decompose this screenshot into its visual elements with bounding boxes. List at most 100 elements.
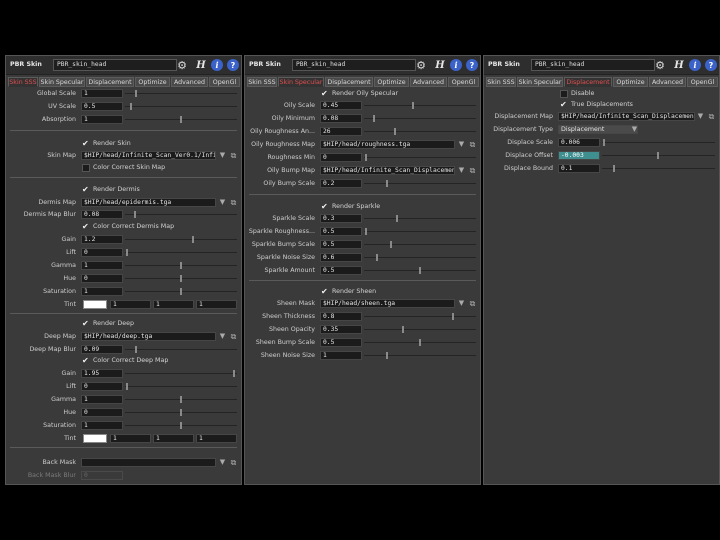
slider-handle[interactable] <box>613 165 615 172</box>
dropdown-arrow-icon[interactable]: ▼ <box>457 140 466 149</box>
oily-minimum-slider[interactable] <box>364 115 476 122</box>
slider-handle[interactable] <box>130 103 132 110</box>
slider-handle[interactable] <box>376 254 378 261</box>
slider-handle[interactable] <box>373 115 375 122</box>
slider-handle[interactable] <box>386 180 388 187</box>
dropdown-arrow-icon[interactable]: ▼ <box>218 332 227 341</box>
absorption-field[interactable]: 1 <box>81 115 123 124</box>
deep-gain-field[interactable]: 1.95 <box>81 369 123 378</box>
oily-scale-slider[interactable] <box>364 102 476 109</box>
dermis-gamma-slider[interactable] <box>125 262 237 269</box>
tab-skin-sss[interactable]: Skin SSS <box>486 77 516 87</box>
slider-handle[interactable] <box>365 154 367 161</box>
dermis-gain-field[interactable]: 1.2 <box>81 235 123 244</box>
dropdown-arrow-icon[interactable]: ▼ <box>630 125 639 134</box>
dermis-map-blur-field[interactable]: 0.08 <box>81 210 123 219</box>
slider-handle[interactable] <box>180 262 182 269</box>
slider-handle[interactable] <box>134 211 136 218</box>
tab-optimize[interactable]: Optimize <box>135 77 170 87</box>
houdini-help-browser-icon[interactable]: H <box>434 59 446 71</box>
sparkle-scale-field[interactable]: 0.3 <box>320 214 362 223</box>
skin-map-field[interactable]: $HIP/head/Infinite_Scan_Ver0.1/Infin <box>81 151 216 160</box>
displace-scale-field[interactable]: 0.006 <box>558 138 600 147</box>
deep-hue-slider[interactable] <box>125 409 237 416</box>
uv-scale-field[interactable]: 0.5 <box>81 102 123 111</box>
slider-handle[interactable] <box>394 128 396 135</box>
roughness-min-field[interactable]: 0 <box>320 153 362 162</box>
slider-handle[interactable] <box>386 352 388 359</box>
tab-advanced[interactable]: Advanced <box>410 77 447 87</box>
slider-handle[interactable] <box>452 313 454 320</box>
absorption-slider[interactable] <box>125 116 237 123</box>
info-icon[interactable]: i <box>450 59 462 71</box>
slider-handle[interactable] <box>412 102 414 109</box>
info-icon[interactable]: i <box>689 59 701 71</box>
render-deep-checkbox[interactable]: ✔ <box>82 320 90 328</box>
node-chooser-icon[interactable]: ⧉ <box>468 299 477 308</box>
slider-handle[interactable] <box>390 241 392 248</box>
oily-bump-scale-slider[interactable] <box>364 180 476 187</box>
true-displacements-checkbox[interactable]: ✔ <box>560 101 568 109</box>
displace-offset-slider[interactable] <box>602 152 715 159</box>
dermis-saturation-slider[interactable] <box>125 288 237 295</box>
tab-displacement[interactable]: Displacement <box>86 77 134 87</box>
help-icon[interactable]: ? <box>466 59 478 71</box>
tab-opengl[interactable]: OpenGl <box>687 77 718 87</box>
dermis-hue-field[interactable]: 0 <box>81 274 123 283</box>
sparkle-bump-scale-slider[interactable] <box>364 241 476 248</box>
oily-bump-scale-field[interactable]: 0.2 <box>320 179 362 188</box>
oily-scale-field[interactable]: 0.45 <box>320 101 362 110</box>
slider-handle[interactable] <box>180 422 182 429</box>
dermis-hue-slider[interactable] <box>125 275 237 282</box>
slider-handle[interactable] <box>419 339 421 346</box>
dropdown-arrow-icon[interactable]: ▼ <box>218 151 227 160</box>
render-oily-specular-checkbox[interactable]: ✔ <box>321 90 329 98</box>
sheen-bump-scale-slider[interactable] <box>364 339 476 346</box>
dropdown-arrow-icon[interactable]: ▼ <box>696 112 705 121</box>
disable-checkbox[interactable] <box>560 90 568 98</box>
sparkle-scale-slider[interactable] <box>364 215 476 222</box>
dermis-saturation-field[interactable]: 1 <box>81 287 123 296</box>
sheen-thickness-slider[interactable] <box>364 313 476 320</box>
tab-displacement[interactable]: Displacement <box>564 77 612 87</box>
tab-skin-specular[interactable]: Skin Specular <box>517 77 563 87</box>
render-skin-checkbox[interactable]: ✔ <box>82 140 90 148</box>
sheen-bump-scale-field[interactable]: 0.5 <box>320 338 362 347</box>
help-icon[interactable]: ? <box>227 59 239 71</box>
tab-skin-specular[interactable]: Skin Specular <box>39 77 85 87</box>
tab-optimize[interactable]: Optimize <box>613 77 648 87</box>
sparkle-noise-size-slider[interactable] <box>364 254 476 261</box>
slider-handle[interactable] <box>396 215 398 222</box>
deep-saturation-slider[interactable] <box>125 422 237 429</box>
tab-opengl[interactable]: OpenGl <box>448 77 479 87</box>
dermis-map-field[interactable]: $HIP/head/epidermis.tga <box>81 198 216 207</box>
tab-advanced[interactable]: Advanced <box>649 77 686 87</box>
sheen-opacity-field[interactable]: 0.35 <box>320 325 362 334</box>
displace-offset-field[interactable]: -0.003 <box>558 151 600 160</box>
help-icon[interactable]: ? <box>705 59 717 71</box>
tab-advanced[interactable]: Advanced <box>171 77 208 87</box>
deep-gain-slider[interactable] <box>125 370 237 377</box>
render-sheen-checkbox[interactable]: ✔ <box>321 288 329 296</box>
slider-handle[interactable] <box>180 116 182 123</box>
color-correct-dermis-checkbox[interactable]: ✔ <box>82 223 90 231</box>
dermis-lift-field[interactable]: 0 <box>81 248 123 257</box>
oily-minimum-field[interactable]: 0.08 <box>320 114 362 123</box>
color-correct-skin-checkbox[interactable] <box>82 164 90 172</box>
oily-roughness-map-field[interactable]: $HIP/head/roughness.tga <box>320 140 455 149</box>
sheen-noise-size-slider[interactable] <box>364 352 476 359</box>
sparkle-amount-slider[interactable] <box>364 267 476 274</box>
dermis-map-blur-slider[interactable] <box>125 211 237 218</box>
render-sparkle-checkbox[interactable]: ✔ <box>321 203 329 211</box>
deep-lift-slider[interactable] <box>125 383 237 390</box>
dropdown-arrow-icon[interactable]: ▼ <box>457 166 466 175</box>
slider-handle[interactable] <box>657 152 659 159</box>
slider-handle[interactable] <box>126 383 128 390</box>
dropdown-arrow-icon[interactable]: ▼ <box>457 299 466 308</box>
info-icon[interactable]: i <box>211 59 223 71</box>
dermis-lift-slider[interactable] <box>125 249 237 256</box>
node-chooser-icon[interactable]: ⧉ <box>229 332 238 341</box>
tab-skin-sss[interactable]: Skin SSS <box>8 77 38 87</box>
gear-icon[interactable]: ⚙ <box>654 59 666 72</box>
dropdown-arrow-icon[interactable]: ▼ <box>218 458 227 467</box>
